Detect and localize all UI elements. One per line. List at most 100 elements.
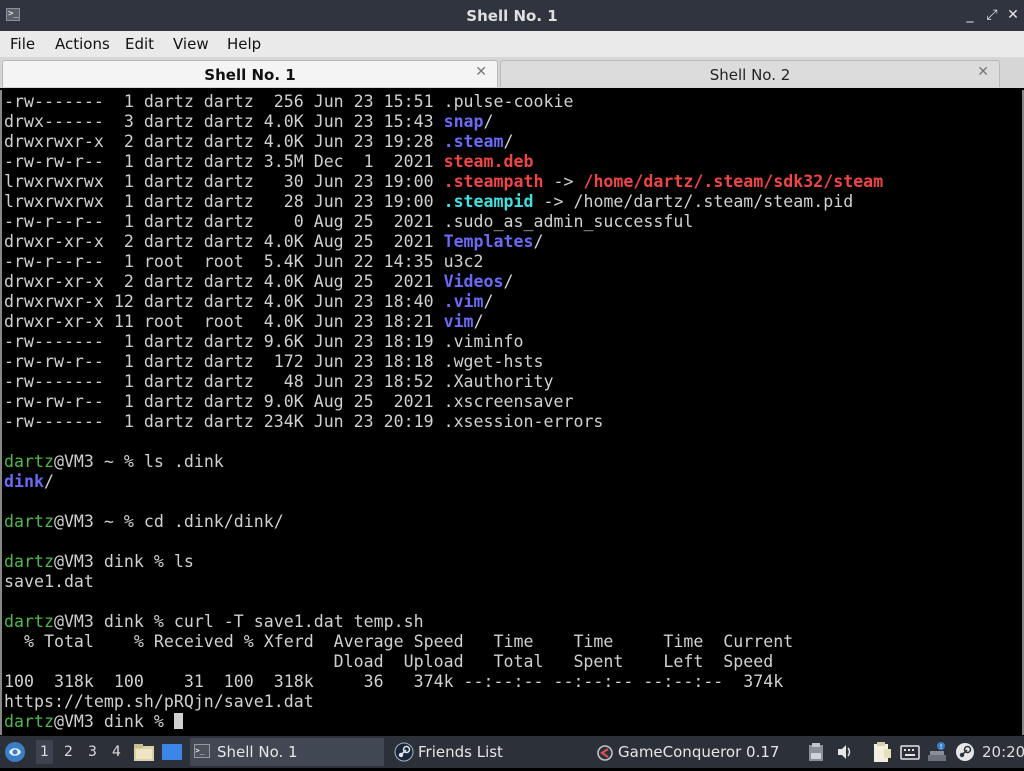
menu-edit[interactable]: Edit <box>125 35 154 53</box>
listing-name: snap <box>443 112 484 131</box>
prompt-host: @VM3 ~ % <box>53 512 144 531</box>
listing-name: .xsession-errors <box>443 412 604 431</box>
listing-name: .wget-hsts <box>443 352 544 371</box>
gameconqueror-icon <box>596 743 614 761</box>
tab-close-icon[interactable]: ✕ <box>977 64 989 80</box>
tab-shell-1[interactable]: Shell No. 1 ✕ <box>2 60 498 87</box>
output-line: 100 318k 100 31 100 318k 36 374k --:--:-… <box>4 672 783 691</box>
svg-text:!: ! <box>940 743 943 751</box>
command-text: ls .dink <box>143 452 224 471</box>
listing-row: -rw------- 1 dartz dartz 256 Jun 23 15:5… <box>4 92 573 111</box>
listing-name: .xscreensaver <box>443 392 574 411</box>
workspace-2[interactable]: 2 <box>64 744 73 760</box>
close-button[interactable]: ✕ <box>1005 6 1021 24</box>
start-menu-icon[interactable] <box>4 741 26 763</box>
listing-meta: drwxr-xr-x 11 root root 4.0K Jun 23 18:2… <box>4 312 444 331</box>
tab-shell-2[interactable]: Shell No. 2 ✕ <box>500 60 1000 87</box>
listing-row: -rw-r--r-- 1 dartz dartz 0 Aug 25 2021 .… <box>4 212 693 231</box>
prompt-line: dartz@VM3 dink % ls <box>4 552 194 571</box>
listing-row: drwxrwxr-x 12 dartz dartz 4.0K Jun 23 18… <box>4 292 494 311</box>
desktop-icon[interactable] <box>161 742 183 762</box>
listing-name: .viminfo <box>443 332 524 351</box>
listing-row: drwxrwxr-x 2 dartz dartz 4.0K Jun 23 19:… <box>4 132 514 151</box>
prompt-host: @VM3 ~ % <box>53 452 144 471</box>
prompt-user: dartz <box>4 512 54 531</box>
tab-label: Shell No. 2 <box>709 66 791 84</box>
prompt-line: dartz@VM3 ~ % cd .dink/dink/ <box>4 512 284 531</box>
command-text: ls <box>173 552 194 571</box>
volume-icon[interactable] <box>836 743 854 761</box>
listing-name: .pulse-cookie <box>443 92 574 111</box>
terminal-cursor <box>173 713 183 729</box>
menu-file[interactable]: File <box>10 35 35 53</box>
keyboard-icon[interactable] <box>900 743 920 761</box>
menu-view[interactable]: View <box>173 35 209 53</box>
workspace-4[interactable]: 4 <box>112 744 121 760</box>
listing-meta: -rw-r--r-- 1 dartz dartz 0 Aug 25 2021 <box>4 212 444 231</box>
minimize-button[interactable]: _ <box>962 6 978 24</box>
workspace-1[interactable]: 1 <box>36 740 53 764</box>
listing-link-target: /home/dartz/.steam/steam.pid <box>573 192 854 211</box>
listing-meta: -rw------- 1 dartz dartz 9.6K Jun 23 18:… <box>4 332 444 351</box>
maximize-button[interactable]: ⤢ <box>984 6 1000 24</box>
output-text: 100 318k 100 31 100 318k 36 374k --:--:-… <box>4 672 784 691</box>
terminal-output: -rw------- 1 dartz dartz 256 Jun 23 15:5… <box>4 92 883 732</box>
task-shell-no-1[interactable]: >_ Shell No. 1 <box>190 738 384 766</box>
listing-name: Videos <box>443 272 504 291</box>
listing-meta: -rw------- 1 dartz dartz 256 Jun 23 15:5… <box>4 92 444 111</box>
output-line: % Total % Received % Xferd Average Speed… <box>4 632 793 651</box>
listing-suffix: / <box>503 272 514 291</box>
output-line: dink/ <box>4 472 54 491</box>
task-gameconqueror[interactable]: GameConqueror 0.17 <box>594 738 794 766</box>
listing-meta: lrwxrwxrwx 1 dartz dartz 30 Jun 23 19:00 <box>4 172 444 191</box>
listing-name: .sudo_as_admin_successful <box>443 212 694 231</box>
listing-suffix: / <box>483 112 494 131</box>
listing-suffix: / <box>533 232 544 251</box>
network-icon[interactable]: ! <box>926 741 948 763</box>
prompt-line: dartz@VM3 dink % curl -T save1.dat temp.… <box>4 612 424 631</box>
prompt-user: dartz <box>4 712 54 731</box>
file-manager-icon[interactable] <box>133 742 155 762</box>
listing-row: -rw------- 1 dartz dartz 48 Jun 23 18:52… <box>4 372 553 391</box>
menu-help[interactable]: Help <box>227 35 261 53</box>
listing-meta: -rw-r--r-- 1 root root 5.4K Jun 22 14:35 <box>4 252 444 271</box>
listing-suffix: / <box>473 312 484 331</box>
task-label: Friends List <box>418 743 503 761</box>
command-text: curl -T save1.dat temp.sh <box>173 612 424 631</box>
steam-icon <box>394 742 414 762</box>
tab-close-icon[interactable]: ✕ <box>475 64 487 80</box>
prompt-host: @VM3 dink % <box>53 552 174 571</box>
listing-meta: drwxrwxr-x 12 dartz dartz 4.0K Jun 23 18… <box>4 292 444 311</box>
listing-name: .Xauthority <box>443 372 554 391</box>
listing-row: lrwxrwxrwx 1 dartz dartz 30 Jun 23 19:00… <box>4 172 883 191</box>
listing-suffix: / <box>43 472 54 491</box>
listing-row: -rw-rw-r-- 1 dartz dartz 3.5M Dec 1 2021… <box>4 152 534 171</box>
task-label: Shell No. 1 <box>217 743 298 761</box>
listing-meta: drwxr-xr-x 2 dartz dartz 4.0K Aug 25 202… <box>4 272 444 291</box>
listing-meta: -rw-rw-r-- 1 dartz dartz 3.5M Dec 1 2021 <box>4 152 444 171</box>
listing-meta: -rw-rw-r-- 1 dartz dartz 9.0K Aug 25 202… <box>4 392 444 411</box>
taskbar: 1 2 3 4 >_ Shell No. 1 Friends List Game… <box>0 736 1024 768</box>
menu-actions[interactable]: Actions <box>55 35 110 53</box>
prompt-user: dartz <box>4 452 54 471</box>
clipboard-tray-icon[interactable] <box>808 742 824 762</box>
listing-meta: -rw------- 1 dartz dartz 234K Jun 23 20:… <box>4 412 444 431</box>
steam-tray-icon[interactable] <box>955 742 975 762</box>
listing-row: -rw------- 1 dartz dartz 234K Jun 23 20:… <box>4 412 603 431</box>
prompt-host: @VM3 dink % <box>53 712 174 731</box>
clock[interactable]: 20:20 <box>982 743 1024 761</box>
listing-meta: drwxrwxr-x 2 dartz dartz 4.0K Jun 23 19:… <box>4 132 444 151</box>
menu-bar: File Actions Edit View Help <box>0 31 1024 57</box>
listing-row: drwxr-xr-x 11 root root 4.0K Jun 23 18:2… <box>4 312 484 331</box>
tab-bar: Shell No. 1 ✕ Shell No. 2 ✕ <box>0 57 1024 88</box>
clipboard-manager-icon[interactable] <box>872 741 892 763</box>
listing-link-target: /home/dartz/.steam/sdk32/steam <box>583 172 884 191</box>
workspace-3[interactable]: 3 <box>88 744 97 760</box>
output-line: https://temp.sh/pRQjn/save1.dat <box>4 692 314 711</box>
task-label: GameConqueror 0.17 <box>618 743 780 761</box>
terminal-icon: >_ <box>194 744 210 758</box>
terminal-view[interactable]: -rw------- 1 dartz dartz 256 Jun 23 15:5… <box>0 90 1024 735</box>
task-friends-list[interactable]: Friends List <box>390 738 580 766</box>
listing-row: drwx------ 3 dartz dartz 4.0K Jun 23 15:… <box>4 112 494 131</box>
listing-name: .steam <box>443 132 504 151</box>
